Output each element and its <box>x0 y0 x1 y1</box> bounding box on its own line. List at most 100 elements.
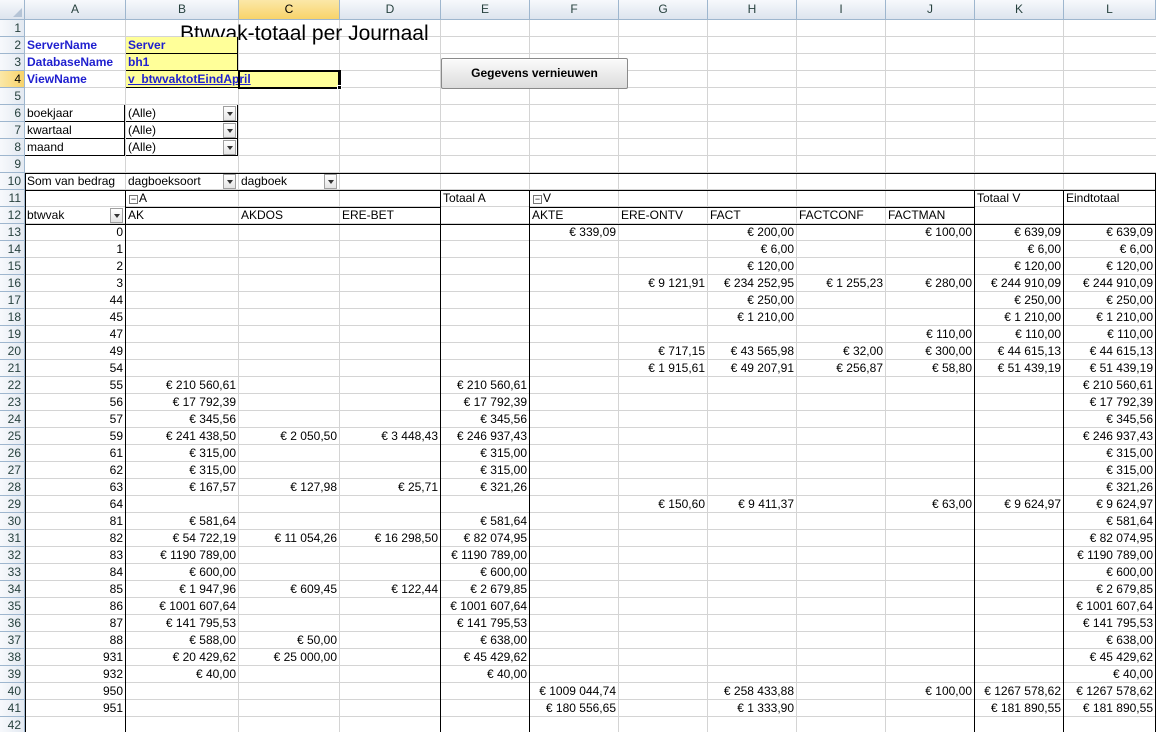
row-header-13[interactable]: 13 <box>0 224 25 241</box>
column-header-j[interactable]: J <box>886 0 975 20</box>
row-header-24[interactable]: 24 <box>0 411 25 428</box>
row-header-16[interactable]: 16 <box>0 275 25 292</box>
row-header-3[interactable]: 3 <box>0 54 25 71</box>
pivot-column-header: ERE-ONTV <box>621 208 684 222</box>
pivot-value-cell: € 1 947,96 <box>179 582 236 596</box>
select-all-corner[interactable] <box>0 0 25 20</box>
param-value-field[interactable]: Server <box>126 37 238 54</box>
row-header-23[interactable]: 23 <box>0 394 25 411</box>
column-header-a[interactable]: A <box>25 0 126 20</box>
row-header-5[interactable]: 5 <box>0 88 25 105</box>
pivot-value-cell: € 315,00 <box>1106 446 1153 460</box>
pivot-row-label: 81 <box>109 514 123 528</box>
pivot-row-label: 1 <box>116 242 123 256</box>
row-header-32[interactable]: 32 <box>0 547 25 564</box>
row-header-15[interactable]: 15 <box>0 258 25 275</box>
row-header-39[interactable]: 39 <box>0 666 25 683</box>
pivot-value-cell: € 9 121,91 <box>648 276 705 290</box>
row-header-27[interactable]: 27 <box>0 462 25 479</box>
row-header-19[interactable]: 19 <box>0 326 25 343</box>
pivot-value-cell: € 181 890,55 <box>1082 701 1153 715</box>
row-header-18[interactable]: 18 <box>0 309 25 326</box>
filter-dropdown-boekjaar-chevron-down-icon[interactable] <box>223 106 236 121</box>
pivot-value-cell: € 17 792,39 <box>172 395 236 409</box>
pivot-value-cell: € 600,00 <box>480 565 527 579</box>
row-header-12[interactable]: 12 <box>0 207 25 224</box>
column-header-b[interactable]: B <box>126 0 239 20</box>
row-header-8[interactable]: 8 <box>0 139 25 156</box>
pivot-value-cell: € 20 429,62 <box>172 650 236 664</box>
pivot-value-cell: € 6,00 <box>760 242 794 256</box>
pivot-value-cell: € 45 429,62 <box>463 650 527 664</box>
pivot-group-a[interactable]: − A <box>126 190 238 206</box>
row-header-1[interactable]: 1 <box>0 20 25 37</box>
column-header-i[interactable]: I <box>797 0 886 20</box>
row-header-33[interactable]: 33 <box>0 564 25 581</box>
param-value-field[interactable]: bh1 <box>126 54 238 71</box>
column-header-c[interactable]: C <box>239 0 340 20</box>
row-header-35[interactable]: 35 <box>0 598 25 615</box>
pivot-value-cell: € 44 615,13 <box>1089 344 1153 358</box>
pivot-value-cell: € 581,64 <box>480 514 527 528</box>
row-header-29[interactable]: 29 <box>0 496 25 513</box>
row-header-36[interactable]: 36 <box>0 615 25 632</box>
collapse-group-v-icon[interactable]: − <box>533 195 542 204</box>
column-header-f[interactable]: F <box>530 0 619 20</box>
pivot-value-cell: € 25,71 <box>397 480 438 494</box>
row-header-26[interactable]: 26 <box>0 445 25 462</box>
refresh-data-button[interactable]: Gegevens vernieuwen <box>441 58 628 89</box>
row-header-31[interactable]: 31 <box>0 530 25 547</box>
pivot-row-label: 47 <box>109 327 123 341</box>
spreadsheet[interactable]: A B C D E F G H I J K L 1 2 3 4 5 6 7 8 9 10 11 12 13 14 15 16 17 18 1… <box>0 0 1156 732</box>
row-header-2[interactable]: 2 <box>0 37 25 54</box>
collapse-group-a-icon[interactable]: − <box>129 195 138 204</box>
pivot-total-v-header: Totaal V <box>977 191 1021 205</box>
pivot-row-label: 83 <box>109 548 123 562</box>
row-header-20[interactable]: 20 <box>0 343 25 360</box>
row-header-11[interactable]: 11 <box>0 190 25 207</box>
column-header-k[interactable]: K <box>975 0 1064 20</box>
pivot-row-label: 3 <box>116 276 123 290</box>
pivot-group-v-label: V <box>543 191 552 205</box>
pivot-column-field-dagboeksoort[interactable]: dagboeksoort <box>126 173 238 189</box>
row-header-34[interactable]: 34 <box>0 581 25 598</box>
row-header-40[interactable]: 40 <box>0 683 25 700</box>
pivot-group-a-label: A <box>139 191 148 205</box>
row-header-22[interactable]: 22 <box>0 377 25 394</box>
filter-value: (Alle) <box>126 122 238 139</box>
pivot-group-v[interactable]: − V <box>530 190 618 206</box>
row-header-37[interactable]: 37 <box>0 632 25 649</box>
row-header-4[interactable]: 4 <box>0 71 25 88</box>
column-header-d[interactable]: D <box>340 0 441 20</box>
row-header-38[interactable]: 38 <box>0 649 25 666</box>
pivot-value-cell: € 246 937,43 <box>1082 429 1153 443</box>
btwvak-chevron-down-icon[interactable] <box>110 208 123 223</box>
row-header-42[interactable]: 42 <box>0 717 25 732</box>
row-header-17[interactable]: 17 <box>0 292 25 309</box>
column-header-e[interactable]: E <box>441 0 530 20</box>
filter-label: boekjaar <box>25 105 125 122</box>
pivot-value-cell: € 210 560,61 <box>165 378 236 392</box>
dagboeksoort-chevron-down-icon[interactable] <box>223 174 236 189</box>
dagboek-chevron-down-icon[interactable] <box>324 174 337 189</box>
pivot-value-cell: € 1190 789,00 <box>160 548 236 562</box>
row-header-21[interactable]: 21 <box>0 360 25 377</box>
pivot-value-cell: € 717,15 <box>658 344 705 358</box>
row-header-28[interactable]: 28 <box>0 479 25 496</box>
column-header-h[interactable]: H <box>708 0 797 20</box>
column-header-g[interactable]: G <box>619 0 708 20</box>
row-header-30[interactable]: 30 <box>0 513 25 530</box>
row-header-10[interactable]: 10 <box>0 173 25 190</box>
filter-dropdown-kwartaal-chevron-down-icon[interactable] <box>223 123 236 138</box>
row-header-41[interactable]: 41 <box>0 700 25 717</box>
row-header-14[interactable]: 14 <box>0 241 25 258</box>
row-header-9[interactable]: 9 <box>0 156 25 173</box>
pivot-value-cell: € 339,09 <box>569 225 616 239</box>
row-header-6[interactable]: 6 <box>0 105 25 122</box>
pivot-value-cell: € 250,00 <box>1106 293 1153 307</box>
row-header-7[interactable]: 7 <box>0 122 25 139</box>
fill-handle[interactable] <box>337 85 342 90</box>
filter-dropdown-maand-chevron-down-icon[interactable] <box>223 140 236 155</box>
column-header-l[interactable]: L <box>1064 0 1156 20</box>
row-header-25[interactable]: 25 <box>0 428 25 445</box>
